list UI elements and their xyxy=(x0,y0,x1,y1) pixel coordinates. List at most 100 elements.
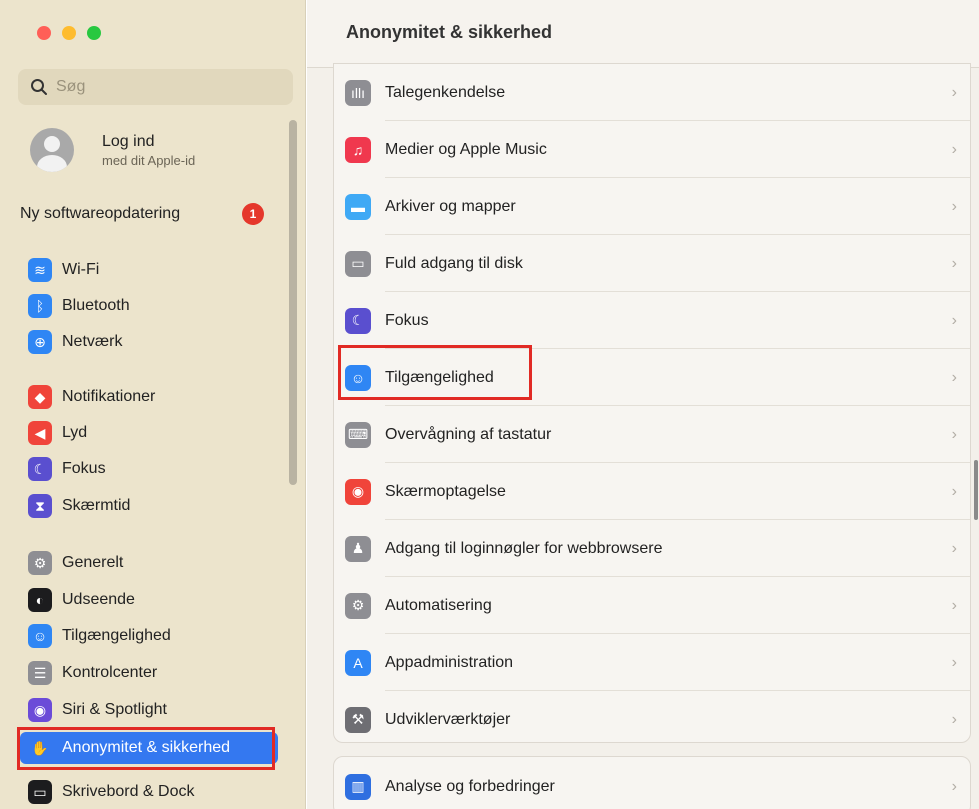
zoom-window-button[interactable] xyxy=(87,26,101,40)
update-count-badge: 1 xyxy=(242,203,264,225)
row-label: Analyse og forbedringer xyxy=(385,777,555,795)
chart-icon: ▥ xyxy=(345,773,371,800)
software-update-item[interactable]: Ny softwareopdatering 1 xyxy=(20,200,285,228)
chevron-right-icon: › xyxy=(951,653,957,671)
settings-window: Log ind med dit Apple-id Ny softwareopda… xyxy=(0,0,979,809)
chevron-right-icon: › xyxy=(951,482,957,500)
titlebar: Anonymitet & sikkerhed xyxy=(307,0,979,68)
bluetooth-icon: ᛒ xyxy=(28,294,52,318)
search-input[interactable] xyxy=(56,78,276,96)
sidebar-item-lyd[interactable]: ◀ Lyd xyxy=(20,417,278,449)
dock-icon: ▭ xyxy=(28,780,52,804)
sidebar-item-kontrolcenter[interactable]: ☰ Kontrolcenter xyxy=(20,657,278,689)
minimize-window-button[interactable] xyxy=(62,26,76,40)
settings-row-medier-og-apple-music[interactable]: ♫ Medier og Apple Music › xyxy=(334,121,970,178)
accessibility-icon: ☺ xyxy=(28,624,52,648)
sidebar-item-label: Notifikationer xyxy=(62,388,156,405)
settings-row-appadministration[interactable]: A Appadministration › xyxy=(334,634,970,691)
sidebar-item-label: Lyd xyxy=(62,424,88,441)
main-pane: Anonymitet & sikkerhed ıllı Talegenkendel… xyxy=(307,0,979,809)
hourglass-icon: ⧗ xyxy=(28,494,52,518)
waveform-icon: ıllı xyxy=(345,79,371,106)
moon-icon: ☾ xyxy=(345,307,371,334)
bell-icon: ◆ xyxy=(28,385,52,409)
avatar xyxy=(30,128,74,172)
toggles-icon: ☰ xyxy=(28,661,52,685)
sidebar-item-label: Skærmtid xyxy=(62,497,131,514)
settings-row-fuld-adgang-til-disk[interactable]: ▭ Fuld adgang til disk › xyxy=(334,235,970,292)
sidebar-item-notifikationer[interactable]: ◆ Notifikationer xyxy=(20,381,278,413)
chevron-right-icon: › xyxy=(951,197,957,215)
sidebar-item-siri-spotlight[interactable]: ◉ Siri & Spotlight xyxy=(20,694,278,726)
settings-row-overvågning-af-tastatur[interactable]: ⌨ Overvågning af tastatur › xyxy=(334,406,970,463)
sidebar-item-label: Kontrolcenter xyxy=(62,664,158,681)
settings-group: ıllı Talegenkendelse › ♫ Medier og Apple Mus… xyxy=(333,63,971,743)
row-label: Arkiver og mapper xyxy=(385,197,516,215)
sidebar-item-fokus[interactable]: ☾ Fokus xyxy=(20,453,278,485)
settings-row-arkiver-og-mapper[interactable]: ▬ Arkiver og mapper › xyxy=(334,178,970,235)
chevron-right-icon: › xyxy=(951,539,957,557)
settings-row-skærmoptagelse[interactable]: ◉ Skærmoptagelse › xyxy=(334,463,970,520)
gears-icon: ⚙ xyxy=(345,592,371,619)
search-icon xyxy=(31,79,47,95)
chevron-right-icon: › xyxy=(951,710,957,728)
sidebar-scrollbar[interactable] xyxy=(289,120,297,485)
settings-row-adgang-til-loginnøgler-for-webbrowsere[interactable]: ♟ Adgang til loginnøgler for webbrowsere › xyxy=(334,520,970,577)
settings-row-analyse[interactable]: ▥ Analyse og forbedringer › xyxy=(334,758,970,809)
row-label: Overvågning af tastatur xyxy=(385,425,552,443)
row-label: Fuld adgang til disk xyxy=(385,254,523,272)
chevron-right-icon: › xyxy=(951,83,957,101)
settings-row-udviklerværktøjer[interactable]: ⚒ Udviklerværktøjer › xyxy=(334,691,970,748)
sidebar-item-label: Siri & Spotlight xyxy=(62,701,167,718)
sidebar-item-udseende[interactable]: ◐ Udseende xyxy=(20,584,278,616)
sidebar-item-label: Fokus xyxy=(62,460,106,477)
sidebar-item-netværk[interactable]: ⊕ Netværk xyxy=(20,326,278,358)
row-label: Udviklerværktøjer xyxy=(385,710,511,728)
sidebar-item-wi-fi[interactable]: ≋ Wi-Fi xyxy=(20,254,278,286)
main-scrollbar[interactable] xyxy=(974,460,978,520)
sidebar-item-generelt[interactable]: ⚙ Generelt xyxy=(20,547,278,579)
record-icon: ◉ xyxy=(345,478,371,505)
account-item[interactable]: Log ind med dit Apple-id xyxy=(30,128,195,172)
row-label: Talegenkendelse xyxy=(385,83,506,101)
moon-icon: ☾ xyxy=(28,457,52,481)
chevron-right-icon: › xyxy=(951,311,957,329)
sidebar-item-bluetooth[interactable]: ᛒ Bluetooth xyxy=(20,290,278,322)
person-key-icon: ♟ xyxy=(345,535,371,562)
chevron-right-icon: › xyxy=(951,368,957,386)
sidebar: Log ind med dit Apple-id Ny softwareopda… xyxy=(0,0,306,809)
hammer-icon: ⚒ xyxy=(345,706,371,733)
account-name: Log ind xyxy=(102,132,155,150)
sidebar-item-label: Udseende xyxy=(62,591,135,608)
disk-icon: ▭ xyxy=(345,250,371,277)
music-icon: ♫ xyxy=(345,136,371,163)
folder-icon: ▬ xyxy=(345,193,371,220)
speaker-icon: ◀ xyxy=(28,421,52,445)
sidebar-item-tilgængelighed[interactable]: ☺ Tilgængelighed xyxy=(20,620,278,652)
appearance-icon: ◐ xyxy=(28,588,52,612)
settings-row-talegenkendelse[interactable]: ıllı Talegenkendelse › xyxy=(334,64,970,121)
sidebar-item-skærmtid[interactable]: ⧗ Skærmtid xyxy=(20,490,278,522)
settings-row-automatisering[interactable]: ⚙ Automatisering › xyxy=(334,577,970,634)
settings-group-analytics: ▥ Analyse og forbedringer › xyxy=(333,756,971,809)
row-label: Medier og Apple Music xyxy=(385,140,547,158)
sidebar-item-label: Bluetooth xyxy=(62,297,130,314)
page-title: Anonymitet & sikkerhed xyxy=(346,22,553,42)
sidebar-item-skrivebord-dock[interactable]: ▭ Skrivebord & Dock xyxy=(20,776,278,808)
sidebar-item-label: Tilgængelighed xyxy=(62,627,171,644)
appstore-icon: A xyxy=(345,649,371,676)
highlight-box xyxy=(338,345,532,400)
sidebar-item-label: Wi-Fi xyxy=(62,261,100,278)
chevron-right-icon: › xyxy=(951,140,957,158)
settings-row-fokus[interactable]: ☾ Fokus › xyxy=(334,292,970,349)
row-label: Automatisering xyxy=(385,596,492,614)
keyboard-icon: ⌨ xyxy=(345,421,371,448)
siri-icon: ◉ xyxy=(28,698,52,722)
gear-icon: ⚙ xyxy=(28,551,52,575)
highlight-box xyxy=(17,727,275,770)
chevron-right-icon: › xyxy=(951,425,957,443)
close-window-button[interactable] xyxy=(37,26,51,40)
software-update-label: Ny softwareopdatering xyxy=(20,205,181,222)
sidebar-item-label: Skrivebord & Dock xyxy=(62,783,195,800)
search-field[interactable] xyxy=(18,69,293,105)
